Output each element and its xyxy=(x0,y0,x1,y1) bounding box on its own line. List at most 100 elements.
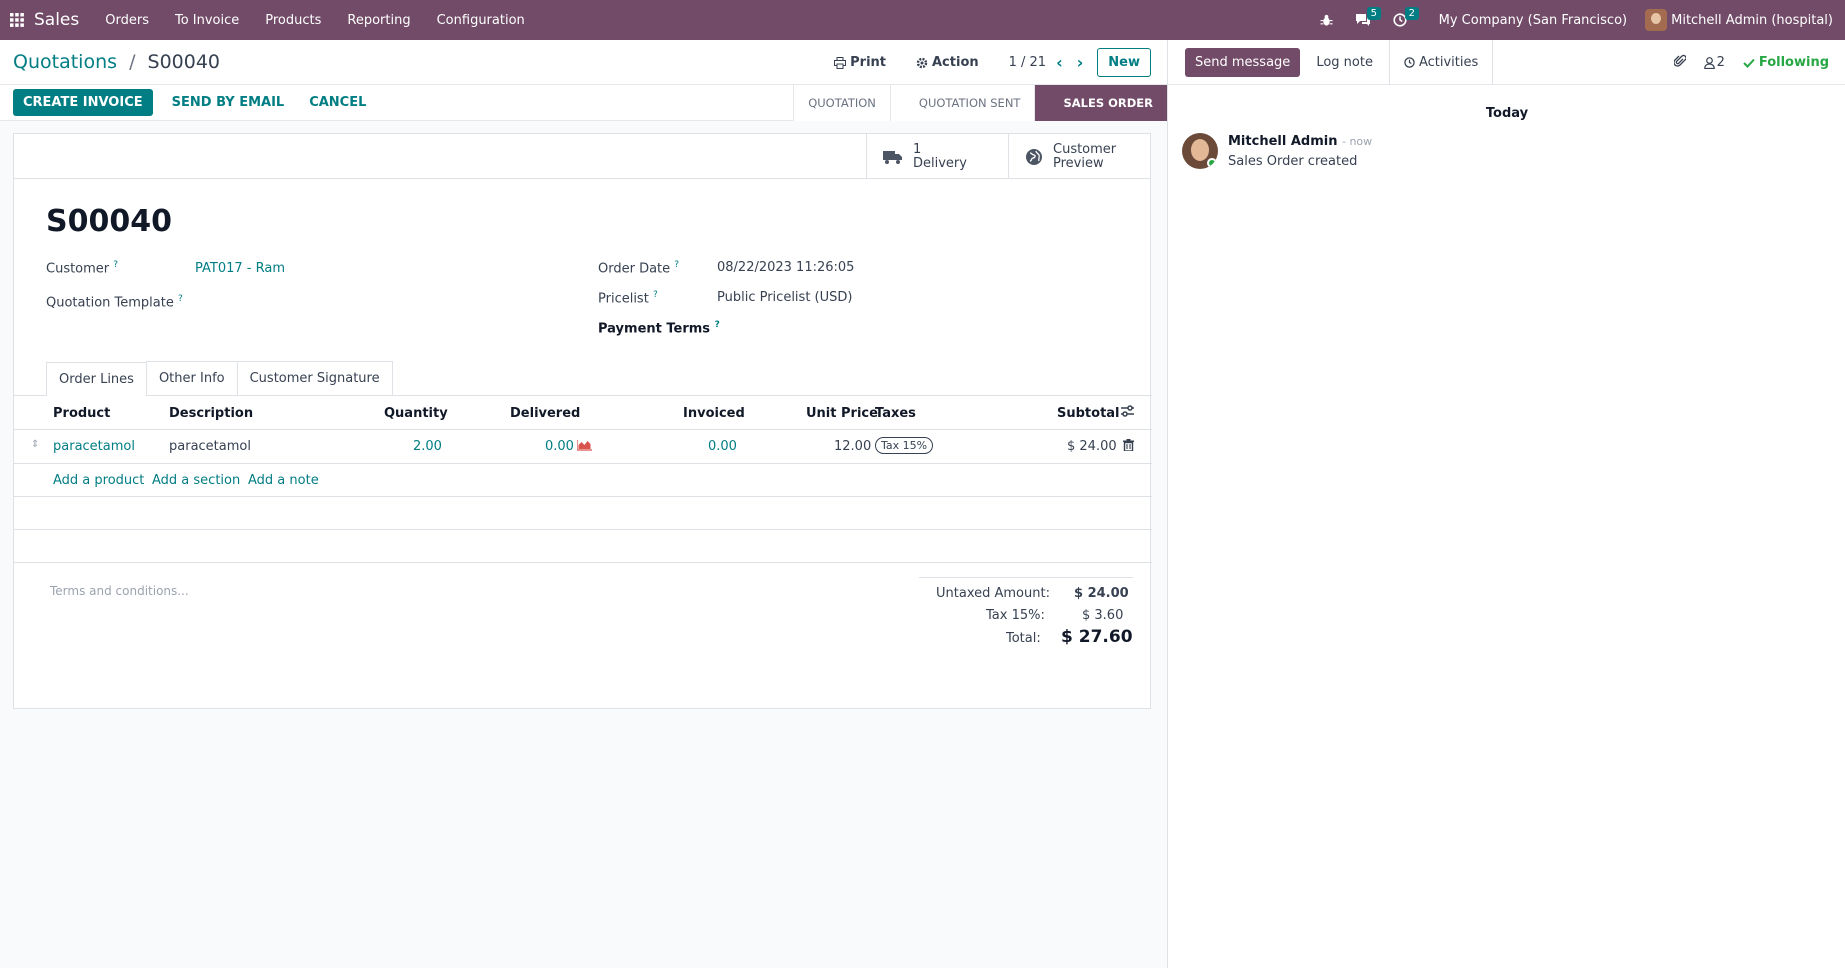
message-author[interactable]: Mitchell Admin - now xyxy=(1228,134,1372,149)
action-button[interactable]: Action xyxy=(916,55,979,70)
empty-row xyxy=(14,530,1152,563)
help-icon: ? xyxy=(652,290,658,300)
print-icon xyxy=(834,56,847,69)
status-row: Create Invoice Send by Email Cancel Quot… xyxy=(0,85,1167,121)
menu-orders[interactable]: Orders xyxy=(105,13,149,28)
column-settings-icon[interactable] xyxy=(1120,405,1135,422)
paperclip-icon[interactable] xyxy=(1672,54,1687,72)
followers-button[interactable]: 2 xyxy=(1703,55,1725,70)
breadcrumb-current: S00040 xyxy=(147,51,221,73)
chatter-topbar: Send message Log note Activities 2 Follo… xyxy=(1168,39,1845,85)
stage-quotation-sent[interactable]: Quotation Sent xyxy=(889,85,1035,121)
untaxed-label: Untaxed Amount: xyxy=(936,586,1050,601)
row-description[interactable]: paracetamol xyxy=(169,439,251,454)
menu-configuration[interactable]: Configuration xyxy=(437,13,525,28)
customer-preview-smart-button[interactable]: Customer Preview xyxy=(1008,134,1150,179)
pager-value[interactable]: 1 / 21 xyxy=(1009,55,1046,70)
app-menu-icon[interactable] xyxy=(0,0,34,40)
date-separator: Today xyxy=(1485,106,1529,121)
menu-products[interactable]: Products xyxy=(265,13,321,28)
customer-field[interactable]: PAT017 - Ram xyxy=(195,261,285,276)
customer-preview-line1: Customer xyxy=(1053,141,1117,157)
add-section-link[interactable]: Add a section xyxy=(152,473,240,488)
notebook-tabs: Order Lines Other Info Customer Signatur… xyxy=(46,361,393,396)
online-status-dot xyxy=(1207,158,1217,168)
order-lines-header: Product Description Quantity Delivered I… xyxy=(14,396,1152,430)
drag-handle-icon[interactable]: ⇕ xyxy=(31,439,39,450)
activities-badge: 2 xyxy=(1404,7,1420,20)
top-navbar: Sales Orders To Invoice Products Reporti… xyxy=(0,0,1845,40)
col-delivered[interactable]: Delivered xyxy=(510,406,580,421)
following-button[interactable]: Following xyxy=(1743,55,1829,70)
tab-order-lines[interactable]: Order Lines xyxy=(46,362,147,396)
col-description[interactable]: Description xyxy=(169,406,253,421)
chatter-panel: Send message Log note Activities 2 Follo… xyxy=(1167,39,1845,968)
debug-bug-icon[interactable] xyxy=(1320,14,1333,27)
menu-to-invoice[interactable]: To Invoice xyxy=(175,13,239,28)
row-delivered[interactable]: 0.00 xyxy=(545,439,574,454)
app-title[interactable]: Sales xyxy=(34,10,79,30)
activities-clock-icon[interactable]: 2 xyxy=(1393,7,1420,27)
delivery-count: 1 xyxy=(913,141,922,157)
col-product[interactable]: Product xyxy=(53,406,110,421)
forecast-chart-icon[interactable] xyxy=(576,439,592,455)
menu-reporting[interactable]: Reporting xyxy=(347,13,410,28)
stage-sales-order[interactable]: Sales Order xyxy=(1034,85,1167,121)
gear-icon xyxy=(916,57,928,68)
breadcrumb: Quotations / S00040 xyxy=(13,51,220,73)
message-time: - now xyxy=(1341,135,1373,148)
terms-input[interactable]: Terms and conditions... xyxy=(50,584,189,598)
message-author-avatar[interactable] xyxy=(1182,133,1218,169)
print-button[interactable]: Print xyxy=(834,55,886,70)
col-taxes[interactable]: Taxes xyxy=(875,406,916,421)
send-message-button[interactable]: Send message xyxy=(1185,47,1301,77)
cancel-button[interactable]: Cancel xyxy=(303,89,372,116)
col-unit-price[interactable]: Unit Price xyxy=(806,406,878,421)
user-menu[interactable]: Mitchell Admin (hospital) xyxy=(1645,9,1833,31)
send-by-email-button[interactable]: Send by Email xyxy=(166,89,291,116)
tab-customer-signature[interactable]: Customer Signature xyxy=(236,361,393,395)
row-subtotal: $ 24.00 xyxy=(1067,439,1117,454)
row-tax-tag[interactable]: Tax 15% xyxy=(875,437,934,454)
help-icon: ? xyxy=(113,260,119,270)
order-date-field[interactable]: 08/22/2023 11:26:05 xyxy=(717,260,854,275)
row-invoiced[interactable]: 0.00 xyxy=(708,439,737,454)
col-quantity[interactable]: Quantity xyxy=(384,406,448,421)
pager-previous-icon[interactable]: ‹ xyxy=(1056,53,1063,72)
row-unit-price[interactable]: 12.00 xyxy=(834,439,871,454)
col-subtotal[interactable]: Subtotal xyxy=(1057,406,1120,421)
delivery-label: Delivery xyxy=(913,155,967,171)
pricelist-field[interactable]: Public Pricelist (USD) xyxy=(717,290,852,305)
smart-button-box: 1 Delivery Customer Preview xyxy=(14,134,1150,179)
user-avatar xyxy=(1645,9,1668,31)
main-content: Quotations / S00040 Print Action 1 / 21 … xyxy=(0,40,1167,968)
row-product[interactable]: paracetamol xyxy=(53,439,135,454)
truck-icon xyxy=(883,150,902,164)
messages-badge: 5 xyxy=(1366,7,1382,20)
company-switcher[interactable]: My Company (San Francisco) xyxy=(1439,13,1627,28)
table-row[interactable]: ⇕ paracetamol paracetamol 2.00 0.00 0.00… xyxy=(14,430,1152,464)
add-note-link[interactable]: Add a note xyxy=(248,473,319,488)
check-icon xyxy=(1743,58,1755,68)
total-value: $ 27.60 xyxy=(1061,627,1133,647)
create-invoice-button[interactable]: Create Invoice xyxy=(13,89,153,116)
trash-icon[interactable] xyxy=(1123,439,1134,455)
pager-next-icon[interactable]: › xyxy=(1077,53,1084,72)
globe-icon xyxy=(1026,148,1042,165)
messages-icon[interactable]: 5 xyxy=(1355,7,1382,27)
delivery-smart-button[interactable]: 1 Delivery xyxy=(866,134,1008,179)
activities-button[interactable]: Activities xyxy=(1388,39,1494,85)
untaxed-value: $ 24.00 xyxy=(1074,586,1129,601)
empty-row xyxy=(14,497,1152,530)
order-reference: S00040 xyxy=(46,204,172,239)
breadcrumb-quotations[interactable]: Quotations xyxy=(13,51,117,73)
log-note-button[interactable]: Log note xyxy=(1300,48,1389,77)
stage-quotation[interactable]: Quotation xyxy=(793,85,890,121)
row-quantity[interactable]: 2.00 xyxy=(413,439,442,454)
col-invoiced[interactable]: Invoiced xyxy=(683,406,745,421)
new-button[interactable]: New xyxy=(1097,48,1151,77)
tab-other-info[interactable]: Other Info xyxy=(145,361,238,395)
payment-terms-label: Payment Terms ? xyxy=(598,320,720,337)
add-product-link[interactable]: Add a product xyxy=(53,473,144,488)
clock-icon xyxy=(1404,56,1415,68)
